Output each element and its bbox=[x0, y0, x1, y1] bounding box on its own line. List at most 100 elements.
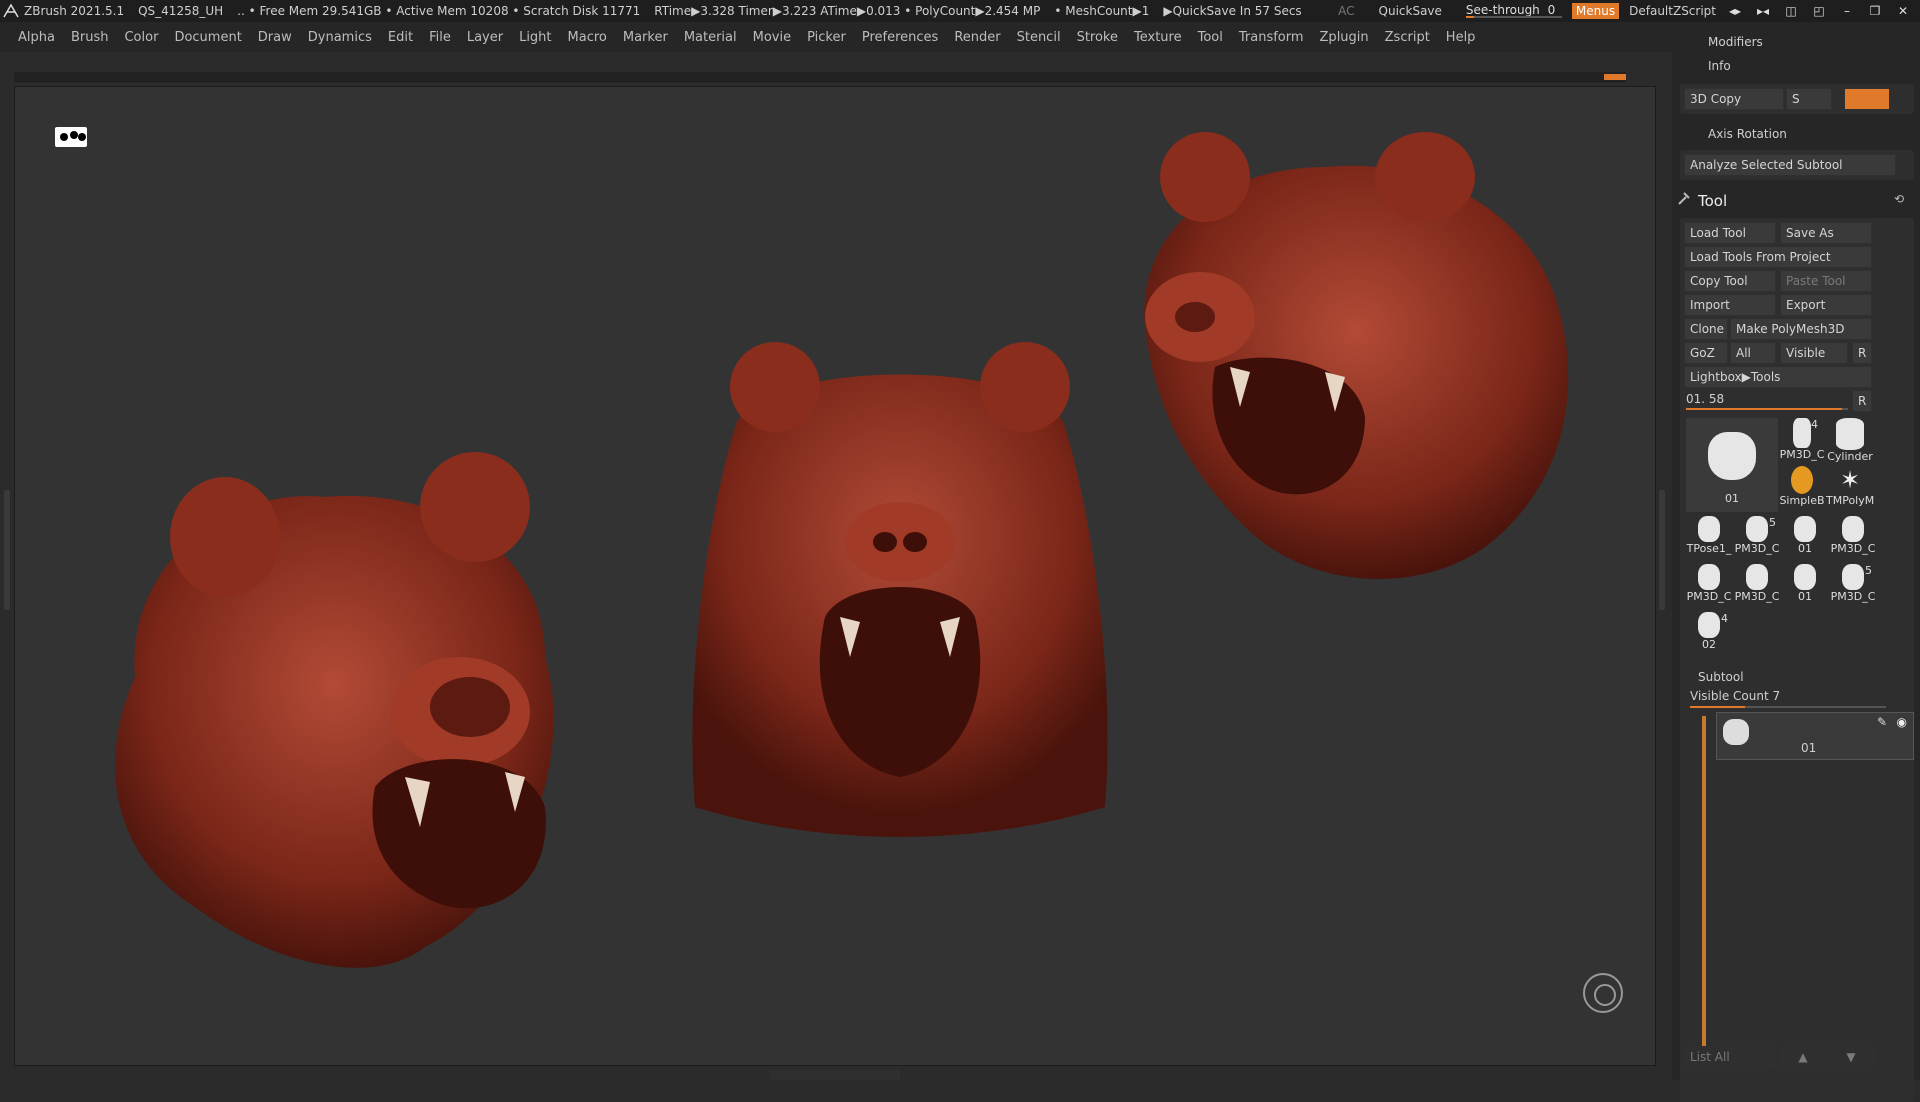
menu-movie[interactable]: Movie bbox=[753, 30, 791, 45]
clone-button[interactable]: Clone bbox=[1684, 318, 1728, 340]
mesh-count: • MeshCount▶1 bbox=[1054, 4, 1150, 18]
menu-stencil[interactable]: Stencil bbox=[1017, 30, 1061, 45]
menu-brush[interactable]: Brush bbox=[71, 30, 109, 45]
menu-zscript[interactable]: Zscript bbox=[1385, 30, 1430, 45]
analyze-subtool-button[interactable]: Analyze Selected Subtool bbox=[1684, 154, 1896, 176]
menu-tool[interactable]: Tool bbox=[1198, 30, 1223, 45]
tool-thumb[interactable]: PM3D_C 5 bbox=[1830, 564, 1876, 610]
load-tools-from-project-button[interactable]: Load Tools From Project bbox=[1684, 246, 1872, 268]
menu-picker[interactable]: Picker bbox=[807, 30, 846, 45]
menu-layer[interactable]: Layer bbox=[467, 30, 503, 45]
see-through-slider[interactable]: See-through 0 bbox=[1465, 3, 1562, 19]
tool-thumb[interactable]: PM3D_C 5 bbox=[1734, 516, 1780, 562]
ac-label[interactable]: AC bbox=[1338, 4, 1354, 18]
info-label[interactable]: Info bbox=[1708, 59, 1731, 73]
save-as-button[interactable]: Save As bbox=[1780, 222, 1872, 244]
menu-light[interactable]: Light bbox=[519, 30, 551, 45]
paste-tool-button[interactable]: Paste Tool bbox=[1780, 270, 1872, 292]
subtool-title[interactable]: Subtool bbox=[1698, 670, 1744, 684]
menu-material[interactable]: Material bbox=[684, 30, 737, 45]
tool-thumb[interactable]: PM3D_C bbox=[1686, 564, 1732, 610]
subtool-scrollbar[interactable] bbox=[1702, 716, 1706, 1066]
subtool-list-item[interactable]: ◉ ✎ 01 bbox=[1716, 712, 1914, 760]
bear-head-center-model[interactable] bbox=[675, 327, 1125, 867]
move-down-button[interactable]: ▼ bbox=[1828, 1046, 1874, 1068]
tool-thumb[interactable]: 02 4 bbox=[1686, 612, 1732, 658]
import-button[interactable]: Import bbox=[1684, 294, 1776, 316]
tool-thumb[interactable]: ✶ TMPolyM bbox=[1826, 466, 1874, 514]
layout-alt-icon[interactable]: ▸◂ bbox=[1754, 4, 1772, 18]
axis-rotation-label[interactable]: Axis Rotation bbox=[1708, 127, 1787, 141]
lightbox-tools-button[interactable]: Lightbox▶Tools bbox=[1684, 366, 1872, 388]
minimize-icon[interactable]: – bbox=[1838, 4, 1856, 18]
menu-preferences[interactable]: Preferences bbox=[862, 30, 938, 45]
right-dock-handle[interactable] bbox=[1659, 490, 1665, 610]
list-all-button[interactable]: List All bbox=[1684, 1046, 1776, 1068]
bear-head-right-model[interactable] bbox=[1125, 127, 1605, 607]
tool-thumb[interactable]: PM3D_C bbox=[1830, 516, 1876, 562]
3d-copy-button[interactable]: 3D Copy bbox=[1684, 88, 1784, 110]
s-value-field[interactable] bbox=[1844, 88, 1890, 110]
menu-zplugin[interactable]: Zplugin bbox=[1320, 30, 1369, 45]
tool-slider-r-button[interactable]: R bbox=[1852, 390, 1872, 412]
menu-file[interactable]: File bbox=[429, 30, 451, 45]
thumb-label: PM3D_C bbox=[1686, 590, 1732, 603]
camera-icon[interactable] bbox=[55, 127, 87, 147]
tool-thumb[interactable]: TPose1_ bbox=[1686, 516, 1732, 562]
load-tool-button[interactable]: Load Tool bbox=[1684, 222, 1776, 244]
tool-slider-label[interactable]: 01. 58 bbox=[1686, 392, 1724, 406]
left-dock-handle[interactable] bbox=[4, 490, 10, 610]
window-alt-icon[interactable]: ◰ bbox=[1810, 4, 1828, 18]
tool-thumb[interactable]: 01 bbox=[1782, 564, 1828, 610]
menu-edit[interactable]: Edit bbox=[388, 30, 413, 45]
copy-tool-button[interactable]: Copy Tool bbox=[1684, 270, 1776, 292]
tool-thumb[interactable]: 01 bbox=[1782, 516, 1828, 562]
menu-color[interactable]: Color bbox=[124, 30, 158, 45]
canvas-viewport[interactable] bbox=[14, 86, 1656, 1066]
layout-icon[interactable]: ◂▸ bbox=[1726, 4, 1744, 18]
export-button[interactable]: Export bbox=[1780, 294, 1872, 316]
tool-thumb-current[interactable]: 01 bbox=[1686, 418, 1778, 512]
menu-macro[interactable]: Macro bbox=[568, 30, 607, 45]
restore-icon[interactable]: ❐ bbox=[1866, 4, 1884, 18]
subtool-visibility-icon[interactable]: ◉ bbox=[1897, 715, 1907, 729]
window-icon[interactable]: ◫ bbox=[1782, 4, 1800, 18]
menu-draw[interactable]: Draw bbox=[258, 30, 292, 45]
quicksave-button[interactable]: QuickSave bbox=[1379, 4, 1442, 18]
goz-button[interactable]: GoZ bbox=[1684, 342, 1728, 364]
goz-visible-button[interactable]: Visible bbox=[1780, 342, 1848, 364]
menus-toggle[interactable]: Menus bbox=[1571, 3, 1620, 19]
menu-stroke[interactable]: Stroke bbox=[1077, 30, 1118, 45]
menu-alpha[interactable]: Alpha bbox=[18, 30, 55, 45]
goz-all-button[interactable]: All bbox=[1730, 342, 1776, 364]
tool-thumb[interactable]: Cylinder bbox=[1826, 418, 1874, 466]
tool-title[interactable]: Tool bbox=[1698, 192, 1727, 210]
menu-texture[interactable]: Texture bbox=[1134, 30, 1182, 45]
tool-slider-track[interactable] bbox=[1686, 408, 1848, 410]
modifiers-label[interactable]: Modifiers bbox=[1708, 35, 1763, 49]
thumb-label: PM3D_C bbox=[1734, 542, 1780, 555]
navigation-gizmo-icon[interactable] bbox=[1583, 973, 1623, 1013]
goz-r-button[interactable]: R bbox=[1852, 342, 1872, 364]
bottom-dock-handle[interactable] bbox=[770, 1070, 900, 1080]
menu-render[interactable]: Render bbox=[954, 30, 1000, 45]
default-zscript-button[interactable]: DefaultZScript bbox=[1629, 4, 1716, 18]
menu-document[interactable]: Document bbox=[174, 30, 241, 45]
move-up-button[interactable]: ▲ bbox=[1780, 1046, 1826, 1068]
visible-count-track[interactable] bbox=[1690, 706, 1886, 708]
tool-thumb[interactable]: PM3D_C 4 bbox=[1778, 418, 1826, 466]
s-field[interactable]: S bbox=[1786, 88, 1832, 110]
bear-head-left-model[interactable] bbox=[75, 427, 675, 1027]
tool-thumb[interactable]: PM3D_C bbox=[1734, 564, 1780, 610]
visible-count-label[interactable]: Visible Count 7 bbox=[1690, 689, 1780, 703]
menu-transform[interactable]: Transform bbox=[1239, 30, 1304, 45]
refresh-icon[interactable]: ⟲ bbox=[1894, 192, 1904, 206]
make-polymesh3d-button[interactable]: Make PolyMesh3D bbox=[1730, 318, 1872, 340]
menu-dynamics[interactable]: Dynamics bbox=[308, 30, 372, 45]
right-tray: Modifiers Info 3D Copy S Axis Rotation A… bbox=[1672, 22, 1920, 1102]
menu-marker[interactable]: Marker bbox=[623, 30, 668, 45]
tool-thumb[interactable]: SimpleB bbox=[1778, 466, 1826, 514]
menu-help[interactable]: Help bbox=[1446, 30, 1476, 45]
close-icon[interactable]: ✕ bbox=[1894, 4, 1912, 18]
subtool-brush-icon[interactable]: ✎ bbox=[1877, 715, 1887, 729]
